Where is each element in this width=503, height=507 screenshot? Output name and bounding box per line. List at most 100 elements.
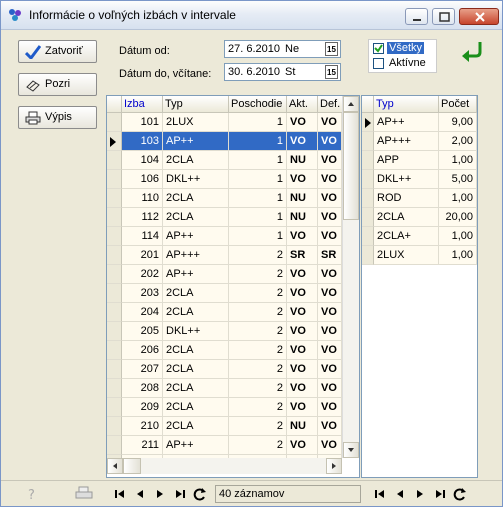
room-cell-type[interactable]: 2CLA: [163, 189, 229, 208]
room-cell-room[interactable]: 112: [122, 208, 163, 227]
row-indicator[interactable]: [362, 151, 374, 170]
sum-cell-type[interactable]: DKL++: [374, 170, 439, 189]
room-cell-room[interactable]: 114: [122, 227, 163, 246]
room-cell-floor[interactable]: 2: [229, 417, 287, 436]
row-indicator[interactable]: [107, 227, 122, 246]
sum-cell-count[interactable]: 9,00: [439, 113, 477, 132]
room-cell-room[interactable]: 202: [122, 265, 163, 284]
room-cell-type[interactable]: 2LUX: [163, 113, 229, 132]
room-cell-type[interactable]: AP++: [163, 227, 229, 246]
sum-cell-count[interactable]: 1,00: [439, 246, 477, 265]
room-cell-actual[interactable]: NU: [287, 417, 318, 436]
room-cell-room[interactable]: 205: [122, 322, 163, 341]
print-button[interactable]: Výpis: [18, 106, 97, 129]
sum-cell-type[interactable]: ROD: [374, 189, 439, 208]
room-cell-actual[interactable]: VO: [287, 341, 318, 360]
last-record-icon[interactable]: [433, 487, 447, 501]
row-indicator[interactable]: [107, 341, 122, 360]
row-indicator[interactable]: [107, 265, 122, 284]
row-indicator[interactable]: [362, 113, 374, 132]
room-cell-room[interactable]: 203: [122, 284, 163, 303]
room-cell-actual[interactable]: VO: [287, 398, 318, 417]
room-cell-type[interactable]: AP++: [163, 132, 229, 151]
sum-cell-type[interactable]: 2CLA: [374, 208, 439, 227]
room-cell-type[interactable]: 2CLA: [163, 341, 229, 360]
room-cell-floor[interactable]: 2: [229, 436, 287, 455]
row-indicator[interactable]: [107, 322, 122, 341]
room-cell-actual[interactable]: VO: [287, 303, 318, 322]
row-indicator[interactable]: [362, 227, 374, 246]
col-header-count[interactable]: Počet: [439, 96, 477, 113]
help-icon[interactable]: ?: [25, 486, 39, 502]
room-cell-room[interactable]: 103: [122, 132, 163, 151]
room-cell-type[interactable]: DKL++: [163, 170, 229, 189]
row-indicator[interactable]: [107, 132, 122, 151]
refresh-icon[interactable]: [193, 487, 207, 501]
room-cell-floor[interactable]: 1: [229, 151, 287, 170]
calendar-icon[interactable]: 15: [325, 65, 338, 79]
room-cell-floor[interactable]: 2: [229, 360, 287, 379]
checkbox-active-box[interactable]: [373, 58, 384, 69]
row-indicator[interactable]: [107, 151, 122, 170]
row-indicator[interactable]: [362, 246, 374, 265]
room-cell-actual[interactable]: VO: [287, 379, 318, 398]
row-indicator[interactable]: [362, 132, 374, 151]
row-indicator[interactable]: [107, 398, 122, 417]
col-header-sum-type[interactable]: Typ: [374, 96, 439, 113]
col-header-actual[interactable]: Akt.: [287, 96, 318, 113]
room-cell-actual[interactable]: VO: [287, 113, 318, 132]
room-cell-actual[interactable]: VO: [287, 132, 318, 151]
maximize-button[interactable]: [432, 8, 455, 25]
room-cell-floor[interactable]: 2: [229, 284, 287, 303]
room-cell-type[interactable]: 2CLA: [163, 151, 229, 170]
row-indicator[interactable]: [107, 246, 122, 265]
scroll-up-button[interactable]: [343, 96, 359, 112]
row-indicator[interactable]: [362, 189, 374, 208]
col-header-floor[interactable]: Poschodie: [229, 96, 287, 113]
rooms-vertical-scrollbar[interactable]: [342, 96, 359, 458]
room-cell-room[interactable]: 110: [122, 189, 163, 208]
row-indicator[interactable]: [107, 170, 122, 189]
room-cell-actual[interactable]: VO: [287, 227, 318, 246]
room-cell-actual[interactable]: VO: [287, 170, 318, 189]
col-header-type[interactable]: Typ: [163, 96, 229, 113]
room-cell-floor[interactable]: 2: [229, 303, 287, 322]
room-cell-room[interactable]: 209: [122, 398, 163, 417]
room-cell-room[interactable]: 201: [122, 246, 163, 265]
sum-cell-count[interactable]: 20,00: [439, 208, 477, 227]
room-cell-default[interactable]: VO: [318, 208, 342, 227]
sum-cell-count[interactable]: 1,00: [439, 151, 477, 170]
room-cell-type[interactable]: AP++: [163, 265, 229, 284]
scroll-left-button[interactable]: [107, 458, 123, 474]
scroll-thumb[interactable]: [343, 112, 359, 220]
checkbox-all-box[interactable]: [373, 43, 384, 54]
room-cell-actual[interactable]: VO: [287, 436, 318, 455]
room-cell-default[interactable]: VO: [318, 113, 342, 132]
sum-cell-count[interactable]: 1,00: [439, 189, 477, 208]
room-cell-floor[interactable]: 2: [229, 379, 287, 398]
room-cell-floor[interactable]: 2: [229, 322, 287, 341]
sum-cell-type[interactable]: 2LUX: [374, 246, 439, 265]
room-cell-floor[interactable]: 1: [229, 113, 287, 132]
prev-record-icon[interactable]: [393, 487, 407, 501]
room-cell-default[interactable]: VO: [318, 436, 342, 455]
sum-cell-type[interactable]: 2CLA+: [374, 227, 439, 246]
room-cell-default[interactable]: VO: [318, 379, 342, 398]
room-cell-floor[interactable]: 1: [229, 170, 287, 189]
room-cell-default[interactable]: VO: [318, 341, 342, 360]
room-cell-actual[interactable]: NU: [287, 151, 318, 170]
room-cell-type[interactable]: DKL++: [163, 322, 229, 341]
sum-cell-count[interactable]: 2,00: [439, 132, 477, 151]
last-record-icon[interactable]: [173, 487, 187, 501]
room-cell-type[interactable]: AP+++: [163, 246, 229, 265]
room-cell-room[interactable]: 101: [122, 113, 163, 132]
sum-cell-count[interactable]: 1,00: [439, 227, 477, 246]
row-indicator[interactable]: [107, 303, 122, 322]
room-cell-default[interactable]: VO: [318, 360, 342, 379]
room-cell-default[interactable]: VO: [318, 284, 342, 303]
room-cell-floor[interactable]: 1: [229, 208, 287, 227]
room-cell-room[interactable]: 106: [122, 170, 163, 189]
row-indicator[interactable]: [362, 208, 374, 227]
room-cell-floor[interactable]: 2: [229, 398, 287, 417]
row-indicator[interactable]: [107, 189, 122, 208]
